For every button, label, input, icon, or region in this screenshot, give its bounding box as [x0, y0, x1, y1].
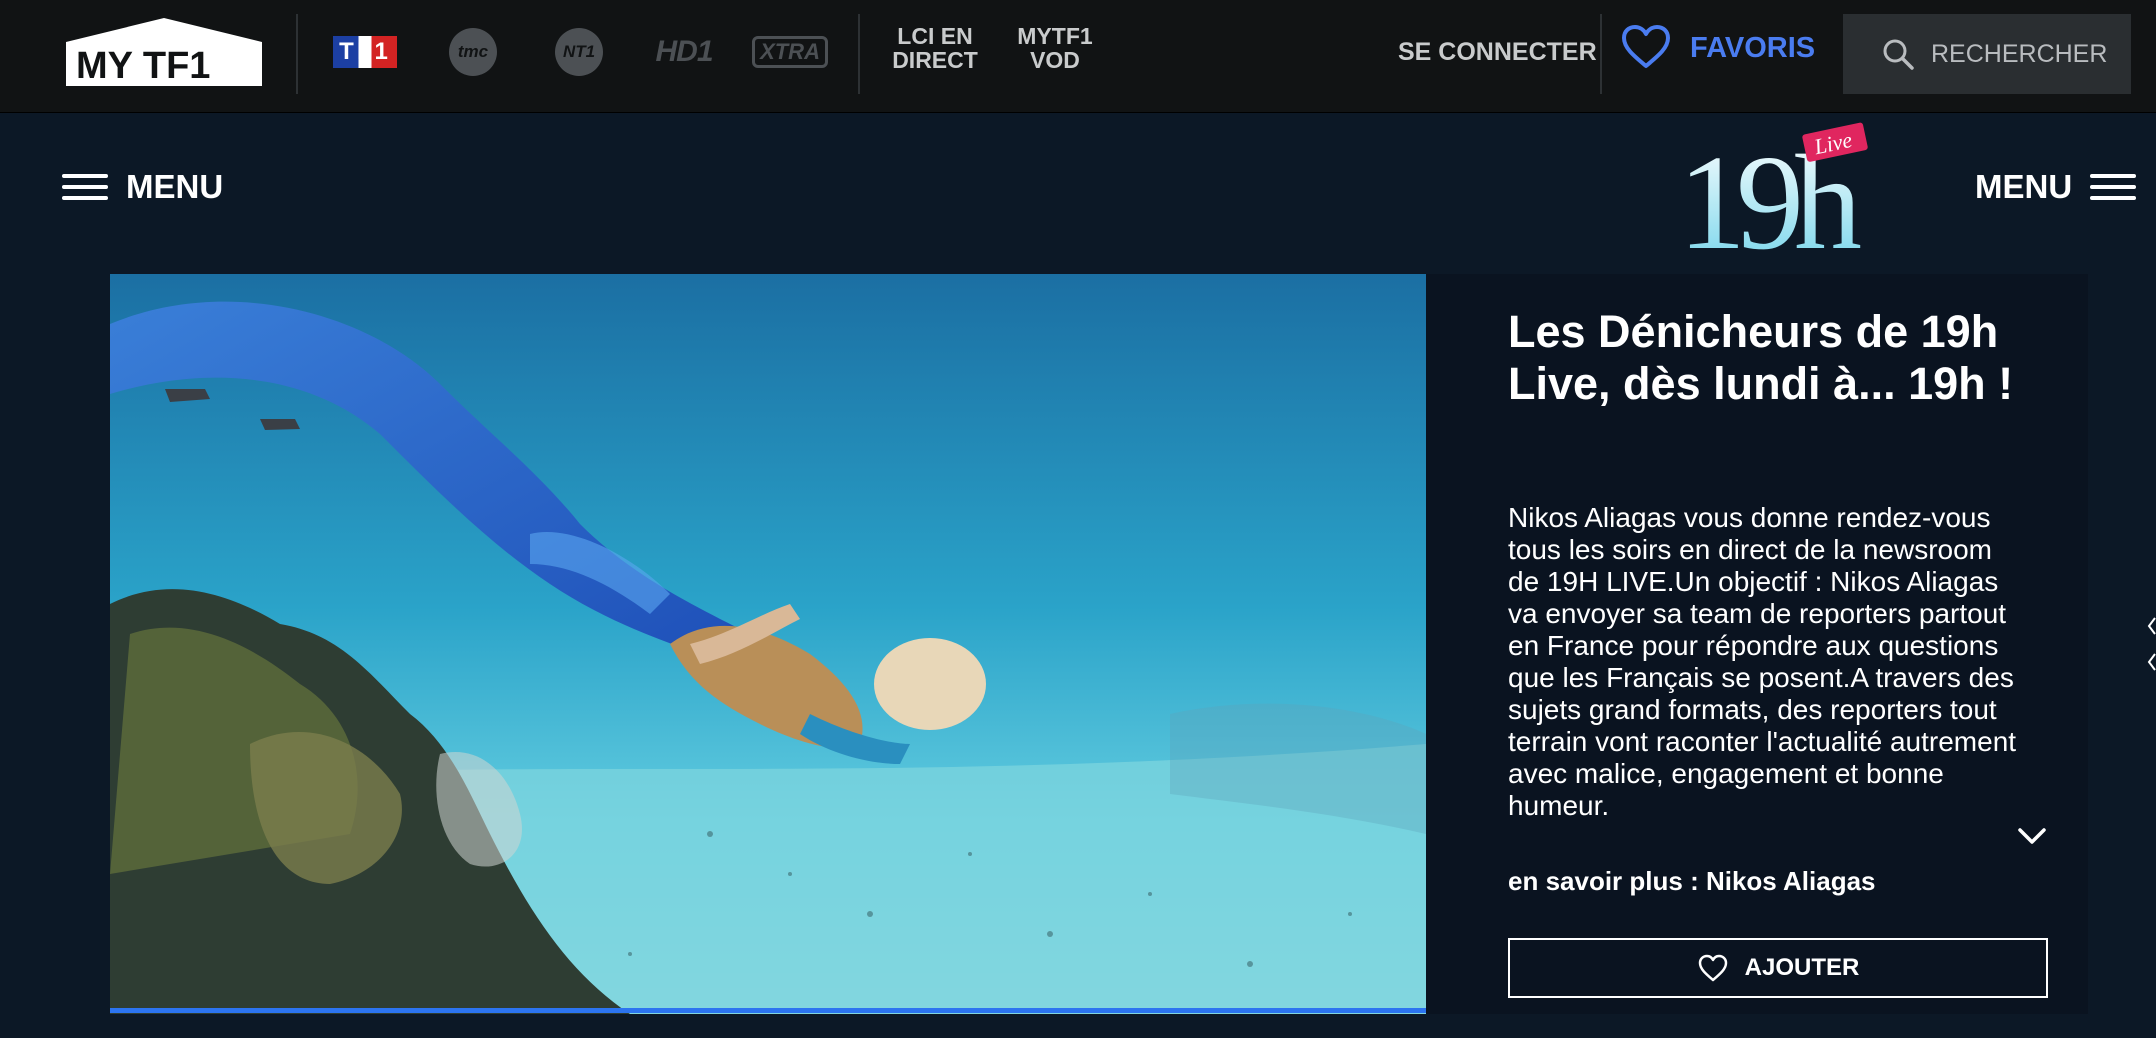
mytf1-logo-text: MY TF1: [76, 45, 210, 87]
nav-lci-line2: DIRECT: [892, 47, 978, 73]
channel-xtra-logo: XTRA: [752, 36, 828, 68]
search-button[interactable]: RECHERCHER: [1843, 14, 2131, 94]
menu-label-left: MENU: [126, 168, 224, 205]
heart-icon: [1622, 25, 1670, 68]
more-info-link[interactable]: en savoir plus : Nikos Aliagas: [1508, 866, 1876, 897]
search-icon: [1883, 39, 1914, 70]
divider: [296, 14, 298, 94]
channel-tmc-logo: tmc: [449, 28, 497, 76]
video-progress-bar[interactable]: [110, 1008, 1426, 1013]
chevron-down-icon[interactable]: [2016, 826, 2048, 846]
menu-label-right: MENU: [1975, 168, 2073, 205]
search-label: RECHERCHER: [1931, 39, 2108, 68]
hamburger-icon: [2090, 172, 2137, 202]
video-frame-image: [110, 274, 1426, 1014]
channel-xtra[interactable]: XTRA: [752, 22, 828, 82]
channel-nt1-logo: NT1: [555, 28, 603, 76]
channel-nt1[interactable]: NT1: [554, 22, 604, 82]
channel-tmc[interactable]: tmc: [448, 22, 498, 82]
divider: [1600, 14, 1602, 94]
video-description: Nikos Aliagas vous donne rendez-vous tou…: [1508, 502, 2017, 821]
nav-vod-line2: VOD: [1030, 47, 1080, 73]
hamburger-icon: [62, 172, 108, 202]
nav-vod-line1: MYTF1: [1017, 23, 1093, 49]
login-link[interactable]: SE CONNECTER: [1398, 38, 1597, 67]
19h-live-logo[interactable]: 19h Live: [1676, 120, 1870, 254]
channel-hd1-logo: HD1: [655, 35, 713, 68]
favorites-label: FAVORIS: [1690, 31, 1816, 64]
top-navigation-bar: MY TF1 TF1 tmc NT1 HD1 XTRA LCI EN DIREC…: [0, 0, 2156, 113]
channel-tf1-logo: TF1: [333, 36, 397, 68]
channel-hd1[interactable]: HD1: [652, 22, 716, 82]
add-favorite-button[interactable]: AJOUTER: [1508, 938, 2048, 998]
mytf1-logo[interactable]: MY TF1: [62, 14, 266, 90]
nav-lci-line1: LCI EN: [897, 23, 973, 49]
add-label: AJOUTER: [1744, 954, 1860, 981]
menu-button-left[interactable]: MENU: [62, 168, 223, 206]
description-container: Nikos Aliagas vous donne rendez-vous tou…: [1508, 502, 2028, 842]
channel-tf1[interactable]: TF1: [326, 22, 404, 82]
video-player[interactable]: [110, 274, 1426, 1014]
favorites-link[interactable]: FAVORIS: [1620, 22, 1815, 74]
nav-lci-en-direct[interactable]: LCI EN DIRECT: [890, 24, 980, 72]
divider: [858, 14, 860, 94]
menu-button-right[interactable]: MENU: [1975, 168, 2137, 206]
nav-mytf1-vod[interactable]: MYTF1 VOD: [1010, 24, 1100, 72]
heart-icon: [1698, 954, 1727, 982]
chevron-left-icon[interactable]: [2146, 614, 2156, 674]
video-title: Les Dénicheurs de 19h Live, dès lundi à.…: [1508, 306, 2014, 409]
